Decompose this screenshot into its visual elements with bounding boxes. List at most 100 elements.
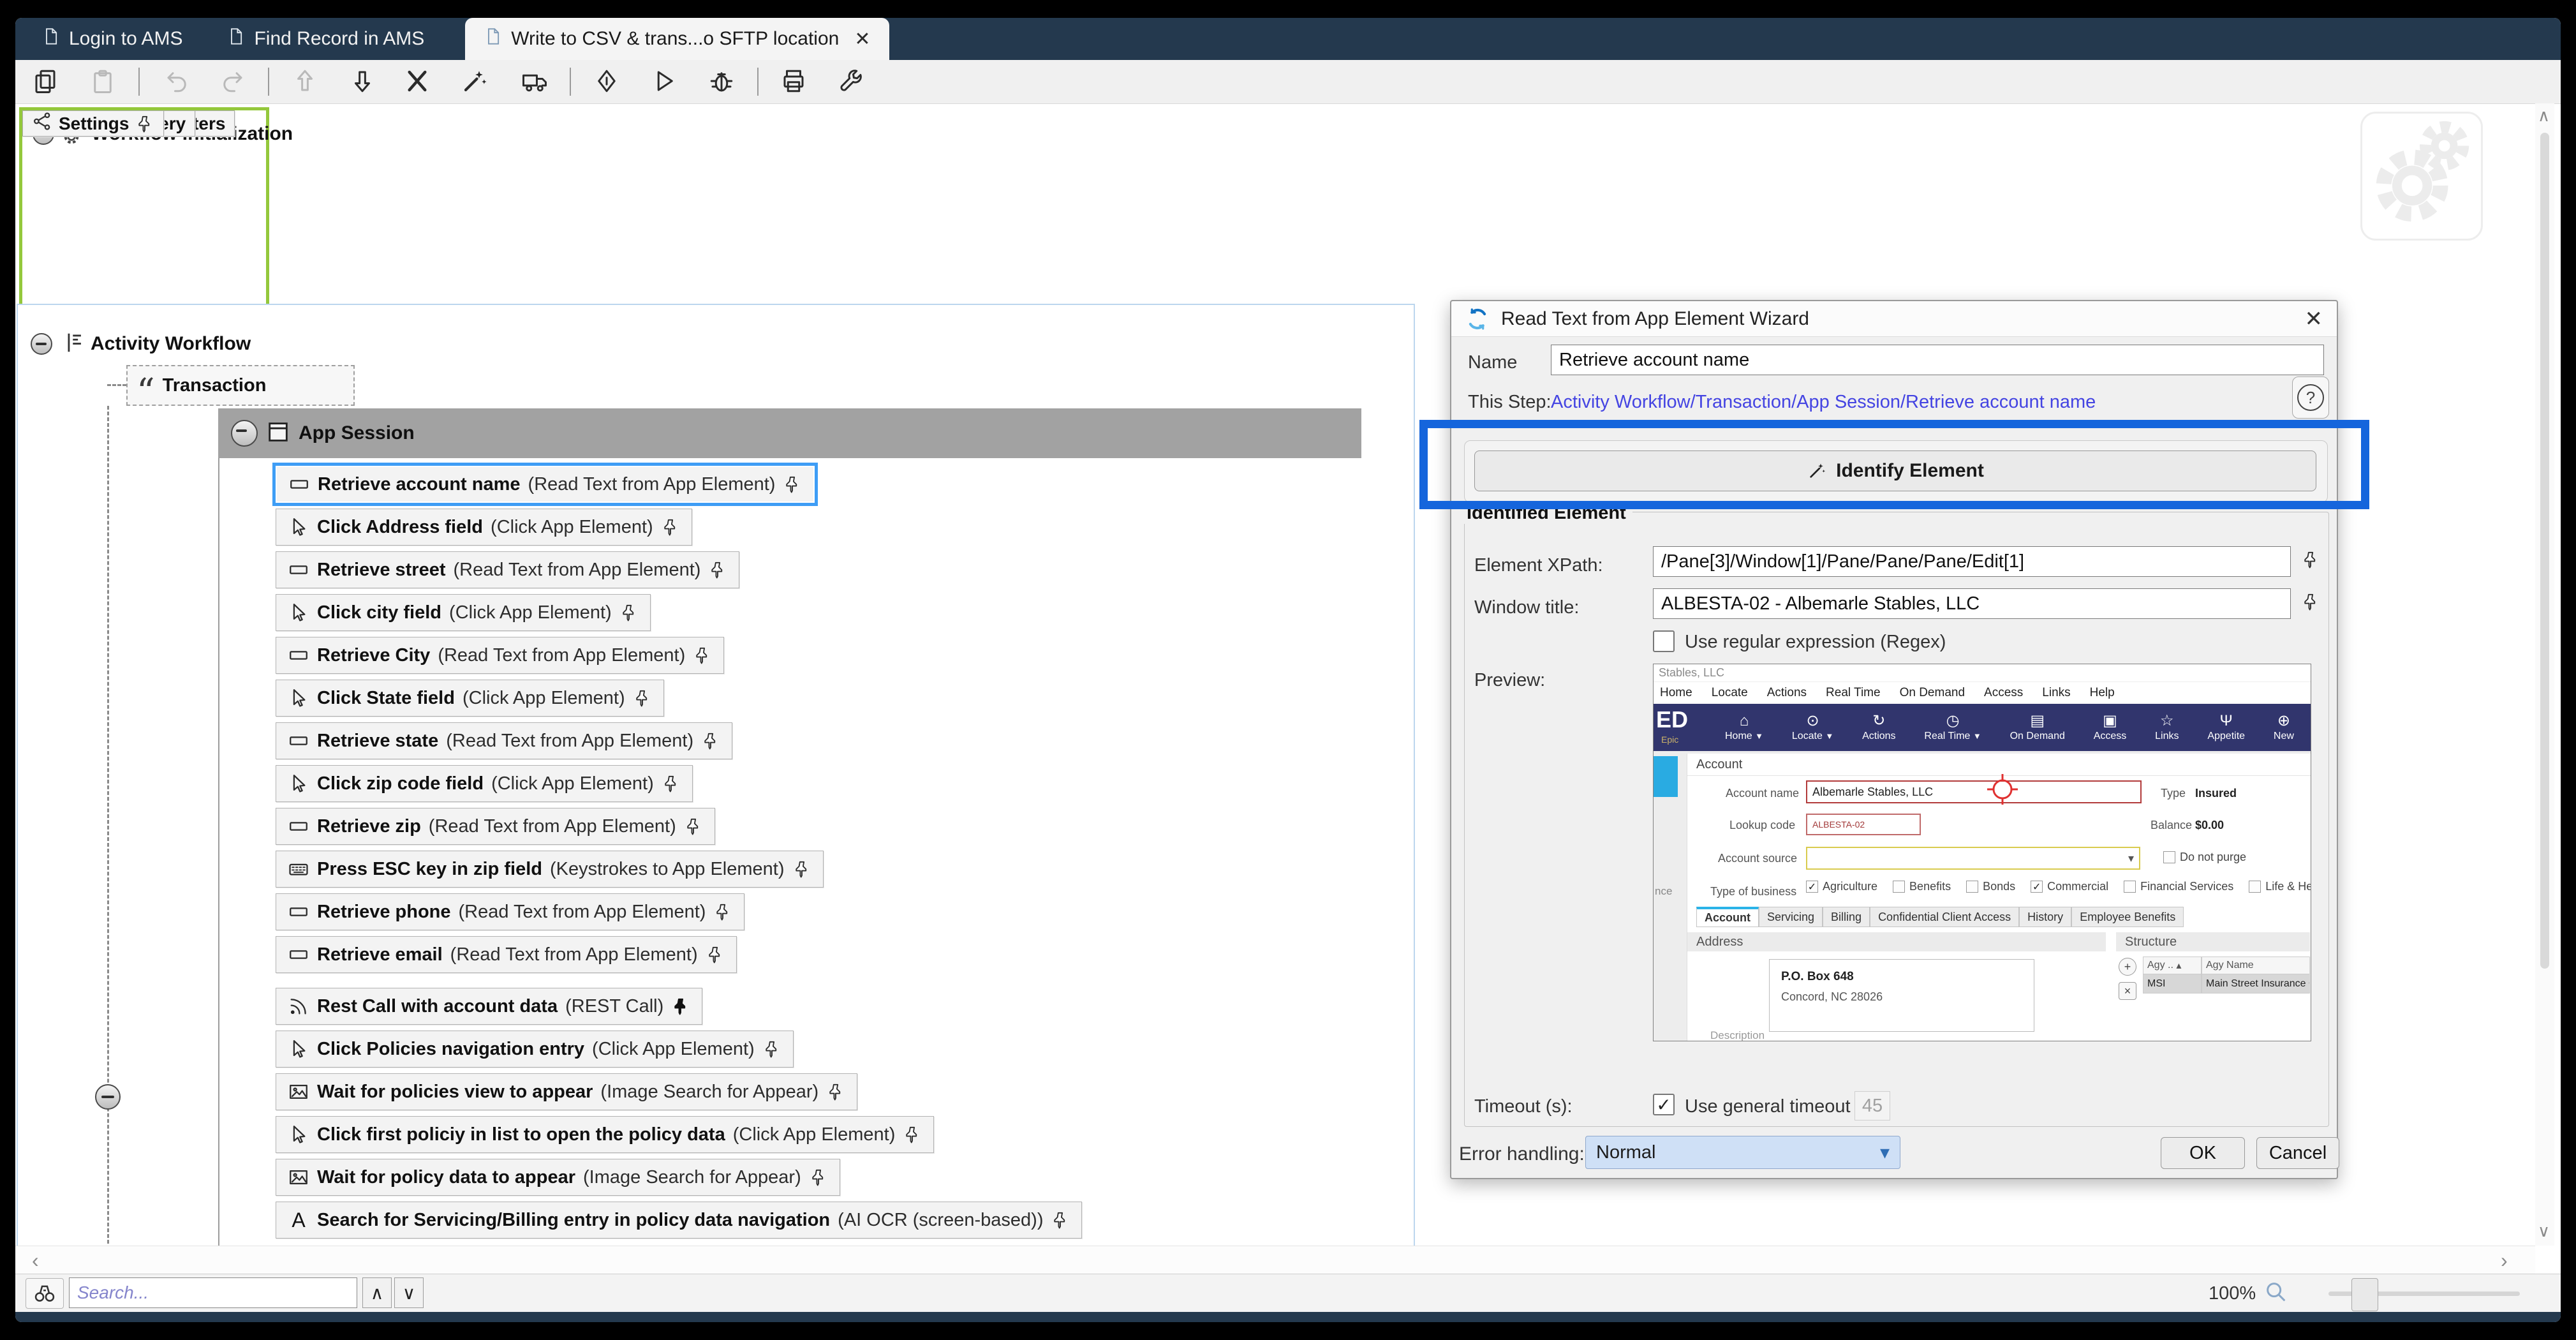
workflow-step[interactable]: A Retrieve street Read Text from App Ele… [276,551,739,588]
pin-icon[interactable] [792,860,811,879]
step-type: AI OCR (screen-based) [838,1210,1043,1231]
pin-icon[interactable] [661,517,680,537]
workflow-step[interactable]: A Click zip code field Click App Element [276,765,693,802]
ok-button[interactable]: OK [2161,1137,2245,1169]
collapse-toggle[interactable] [31,333,52,355]
pin-icon[interactable] [684,817,703,836]
step-type: Image Search for Appear [583,1167,801,1188]
general-timeout-checkbox[interactable]: ✓ [1653,1094,1675,1115]
regex-checkbox[interactable] [1653,630,1675,652]
timeout-value-input[interactable]: 45 [1854,1091,1890,1120]
window-title-input[interactable]: ALBESTA-02 - Albemarle Stables, LLC [1653,588,2291,619]
collapse-node[interactable] [95,1084,121,1110]
pin-icon[interactable] [2301,592,2321,613]
undo-icon[interactable] [163,66,192,96]
workflow-step[interactable]: A Wait for policies view to appear Image… [276,1073,857,1110]
zoom-slider-thumb[interactable] [2351,1278,2378,1311]
screen: Login to AMS Find Record in AMS Write to… [0,0,2576,1340]
scroll-down-icon[interactable]: ∨ [2538,1221,2550,1241]
workflow-step[interactable]: A Click Policies navigation entry Click … [276,1031,794,1068]
workflow-step[interactable]: A Search for Servicing/Billing entry in … [276,1202,1082,1239]
xpath-input[interactable]: /Pane[3]/Window[1]/Pane/Pane/Pane/Edit[1… [1653,546,2291,577]
help-button[interactable]: ? [2292,376,2329,419]
workflow-step[interactable]: A Rest Call with account data REST Call [276,988,702,1025]
type-value: Insured [2195,787,2237,800]
pin-icon[interactable] [671,997,690,1016]
collapse-toggle[interactable] [231,420,258,447]
step-type: Keystrokes to App Element [550,859,785,880]
pin-icon[interactable] [826,1082,845,1101]
pin-icon[interactable] [903,1125,922,1144]
xpath-label: Element XPath: [1474,555,1603,576]
identify-element-button[interactable]: Identify Element [1474,450,2316,491]
workflow-step[interactable]: A Press ESC key in zip field Keystrokes … [276,851,824,888]
print-icon[interactable] [779,66,808,96]
this-step-link[interactable]: Activity Workflow/Transaction/App Sessio… [1551,392,2096,413]
copy-icon[interactable] [31,66,60,96]
pin-icon[interactable] [708,560,727,579]
business-checkbox: Bonds [1966,880,2015,893]
move-down-icon[interactable] [348,66,377,96]
scroll-left-icon[interactable]: ‹ [32,1249,39,1272]
pin-icon[interactable] [633,689,652,708]
debug-bug-icon[interactable] [707,66,736,96]
transaction-block[interactable]: “ Transaction [126,365,355,406]
binoculars-search-icon[interactable] [26,1278,64,1309]
pin-icon[interactable] [713,902,732,921]
workflow-step[interactable]: A Click State field Click App Element [276,680,664,717]
workflow-step[interactable]: A Retrieve email Read Text from App Elem… [276,936,737,973]
workflow-step[interactable]: A Click Address field Click App Element [276,509,692,546]
step-type: Click App Element [592,1039,755,1060]
paste-icon[interactable] [88,66,117,96]
move-up-icon[interactable] [290,66,320,96]
workflow-step[interactable]: A Retrieve state Read Text from App Elem… [276,722,732,759]
redo-icon[interactable] [218,66,247,96]
dialog-titlebar[interactable]: Read Text from App Element Wizard ✕ [1451,301,2337,337]
pin-icon[interactable] [701,731,720,750]
pin-icon[interactable] [809,1168,828,1187]
pin-icon[interactable] [706,945,725,964]
validate-icon[interactable] [592,66,621,96]
error-handling-dropdown[interactable]: Normal ▾ [1585,1136,1900,1169]
workflow-step[interactable]: A Click city field Click App Element [276,594,651,631]
tab-label: Write to CSV & trans...o SFTP location [511,28,839,50]
find-next-button[interactable]: ∨ [394,1277,424,1308]
lookup-code-label: Lookup code [1729,819,1795,832]
magic-wand-icon[interactable] [460,66,489,96]
app-tab[interactable]: Login to AMS [24,18,200,60]
search-input[interactable] [69,1277,357,1308]
workflow-init-button[interactable]: Settings [22,110,164,137]
horizontal-scrollbar[interactable]: ‹ › [15,1246,2535,1274]
workflow-step[interactable]: A Wait for policy data to appear Image S… [276,1159,840,1196]
scroll-right-icon[interactable]: › [2501,1249,2508,1272]
pin-icon[interactable] [783,475,802,494]
workflow-step[interactable]: A Retrieve City Read Text from App Eleme… [276,637,724,674]
pin-icon[interactable] [693,646,712,665]
close-icon[interactable]: ✕ [2305,306,2323,332]
pin-icon[interactable] [135,114,154,133]
pin-icon[interactable] [2301,550,2321,570]
pin-icon[interactable] [619,603,639,622]
delete-icon[interactable] [403,66,432,96]
vertical-scrollbar[interactable]: ∧ ∨ [2535,103,2554,1246]
pin-icon[interactable] [762,1039,781,1059]
workflow-step[interactable]: A Retrieve phone Read Text from App Elem… [276,893,744,930]
pin-icon[interactable] [1051,1210,1070,1230]
cancel-button[interactable]: Cancel [2256,1137,2339,1169]
scrollbar-thumb[interactable] [2540,133,2549,969]
workflow-step[interactable]: A Click first policiy in list to open th… [276,1116,934,1153]
close-icon[interactable]: ✕ [854,28,870,50]
app-tab[interactable]: Find Record in AMS [209,18,442,60]
workflow-step[interactable]: A Retrieve zip Read Text from App Elemen… [276,808,715,845]
name-input[interactable]: Retrieve account name [1551,345,2324,375]
app-tab[interactable]: Write to CSV & trans...o SFTP location ✕ [465,18,889,60]
deliver-truck-icon[interactable] [520,66,549,96]
pin-icon[interactable] [662,774,681,793]
scroll-up-icon[interactable]: ∧ [2538,106,2550,126]
run-icon[interactable] [649,66,679,96]
workflow-step[interactable]: A Retrieve account name Read Text from A… [276,466,815,503]
find-previous-button[interactable]: ∧ [362,1277,392,1308]
tools-wrench-icon[interactable] [836,66,866,96]
address-line1: P.O. Box 648 [1781,970,1854,984]
app-session-header[interactable]: App Session [218,408,1361,458]
